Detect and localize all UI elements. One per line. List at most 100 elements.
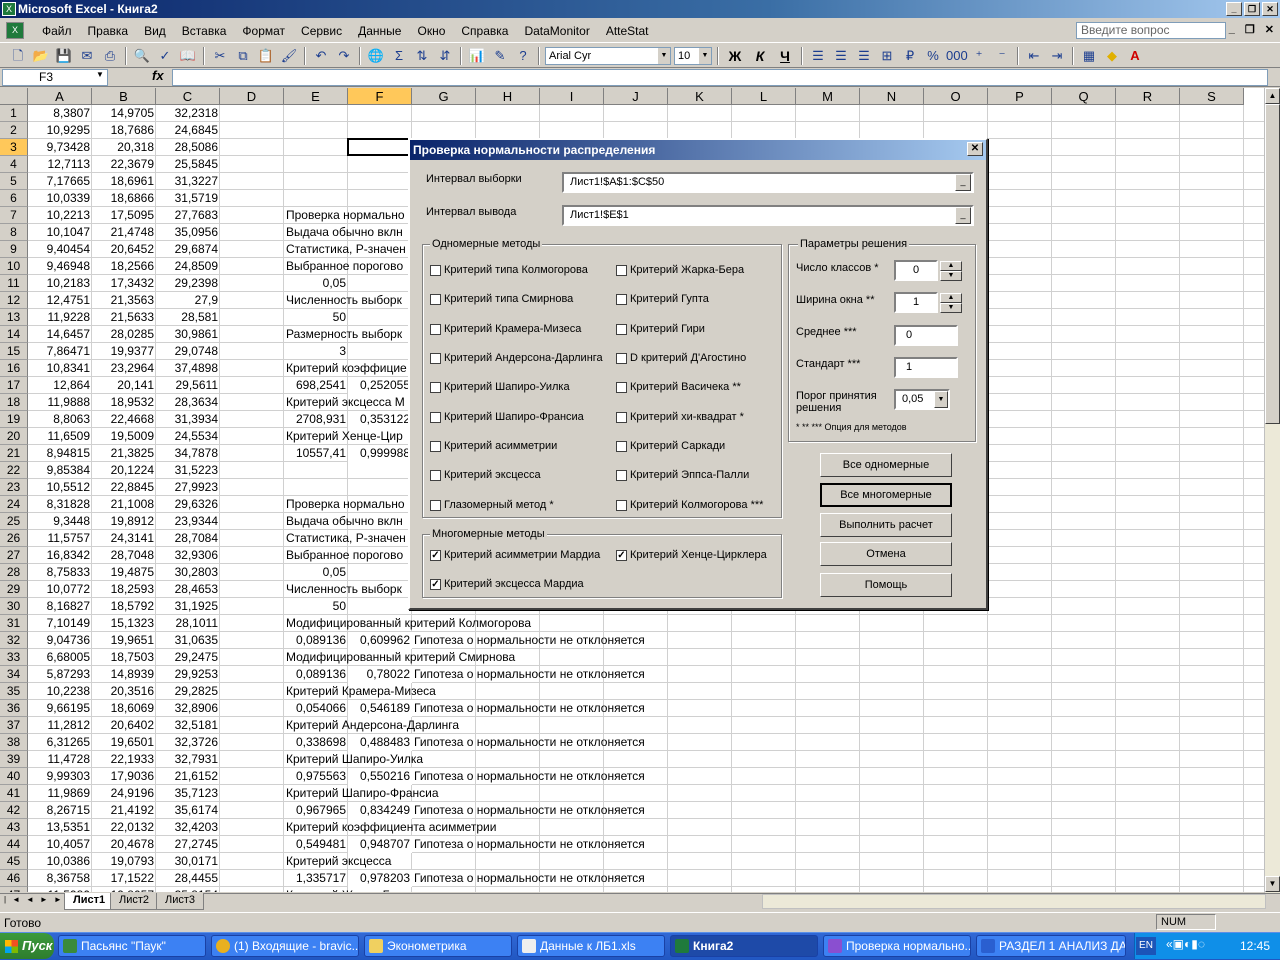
cancel-button[interactable]: Отмена	[820, 542, 952, 566]
task-normality[interactable]: Проверка нормально...	[823, 935, 971, 957]
menu-item-2[interactable]: Вид	[136, 24, 174, 38]
spin-down-icon[interactable]: ▼	[940, 303, 962, 313]
table-cell[interactable]: 28,7084	[156, 530, 220, 547]
table-cell[interactable]: Гипотеза о нормальности не отклоняется	[412, 734, 647, 751]
row-header[interactable]: 5	[0, 173, 28, 190]
table-cell[interactable]: 0,550216	[348, 768, 412, 785]
spin-down-icon[interactable]: ▼	[940, 271, 962, 281]
column-header[interactable]: A	[28, 88, 92, 105]
table-cell[interactable]: 29,6326	[156, 496, 220, 513]
table-cell[interactable]: Критерий эксцесса М	[284, 394, 407, 411]
table-cell[interactable]: 0,252055	[348, 377, 412, 394]
table-cell[interactable]: 10557,41	[284, 445, 348, 462]
undo-icon[interactable]: ↶	[311, 47, 331, 65]
column-header[interactable]: M	[796, 88, 860, 105]
table-cell[interactable]: Размерность выборк	[284, 326, 404, 343]
table-cell[interactable]: 9,66195	[28, 700, 92, 717]
paste-icon[interactable]: 📋	[256, 47, 276, 65]
menu-item-0[interactable]: Файл	[34, 24, 80, 38]
table-cell[interactable]: Гипотеза о нормальности не отклоняется	[412, 666, 647, 683]
table-cell[interactable]: 23,9344	[156, 513, 220, 530]
table-cell[interactable]: 10,2238	[28, 683, 92, 700]
language-indicator[interactable]: EN	[1136, 937, 1156, 955]
column-header[interactable]: D	[220, 88, 284, 105]
menu-item-5[interactable]: Сервис	[293, 24, 350, 38]
table-cell[interactable]: Численность выборк	[284, 292, 404, 309]
table-cell[interactable]: 28,0285	[92, 326, 156, 343]
table-cell[interactable]: 29,2475	[156, 649, 220, 666]
table-cell[interactable]: 35,6174	[156, 802, 220, 819]
table-cell[interactable]: 28,3634	[156, 394, 220, 411]
row-header[interactable]: 40	[0, 768, 28, 785]
row-header[interactable]: 35	[0, 683, 28, 700]
table-cell[interactable]: 31,1925	[156, 598, 220, 615]
row-header[interactable]: 9	[0, 241, 28, 258]
row-header[interactable]: 1	[0, 105, 28, 122]
table-cell[interactable]: 19,4875	[92, 564, 156, 581]
row-header[interactable]: 4	[0, 156, 28, 173]
table-cell[interactable]: 27,9	[156, 292, 220, 309]
table-cell[interactable]: Гипотеза о нормальности не отклоняется	[412, 836, 647, 853]
row-header[interactable]: 23	[0, 479, 28, 496]
table-cell[interactable]: 19,8057	[92, 887, 156, 892]
task-econometrics[interactable]: Эконометрика	[364, 935, 512, 957]
table-cell[interactable]: 14,8939	[92, 666, 156, 683]
column-header[interactable]: E	[284, 88, 348, 105]
table-cell[interactable]: 11,9228	[28, 309, 92, 326]
checkbox-uni-left[interactable]	[430, 412, 441, 423]
table-cell[interactable]: 0,999988	[348, 445, 412, 462]
table-cell[interactable]: 11,6509	[28, 428, 92, 445]
checkbox-uni-left[interactable]	[430, 470, 441, 481]
table-cell[interactable]: Численность выборк	[284, 581, 404, 598]
task-inbox[interactable]: (1) Входящие - bravic...	[211, 935, 359, 957]
table-cell[interactable]: 25,5845	[156, 156, 220, 173]
table-cell[interactable]: 18,5792	[92, 598, 156, 615]
checkbox-mardia-skew[interactable]: ✓	[430, 550, 441, 561]
row-header[interactable]: 10	[0, 258, 28, 275]
column-header[interactable]: F	[348, 88, 412, 105]
table-cell[interactable]: 18,7686	[92, 122, 156, 139]
permission-icon[interactable]: ✉	[77, 47, 97, 65]
table-cell[interactable]: Критерий эксцесса	[284, 853, 393, 870]
menu-item-1[interactable]: Правка	[80, 24, 137, 38]
table-cell[interactable]: 19,5009	[92, 428, 156, 445]
table-cell[interactable]: 32,9306	[156, 547, 220, 564]
table-cell[interactable]: 28,1011	[156, 615, 220, 632]
table-cell[interactable]: 8,3807	[28, 105, 92, 122]
checkbox-uni-right[interactable]	[616, 500, 627, 511]
checkbox-uni-right[interactable]	[616, 353, 627, 364]
scroll-thumb[interactable]	[1265, 104, 1280, 424]
table-cell[interactable]: 11,5757	[28, 530, 92, 547]
menu-item-7[interactable]: Окно	[409, 24, 453, 38]
checkbox-uni-left[interactable]	[430, 294, 441, 305]
table-cell[interactable]: 24,3141	[92, 530, 156, 547]
table-cell[interactable]: 32,8906	[156, 700, 220, 717]
scroll-down-icon[interactable]: ▼	[1265, 876, 1280, 892]
underline-button[interactable]: Ч	[774, 47, 796, 65]
increase-decimal-icon[interactable]: ⁺	[969, 47, 989, 65]
table-cell[interactable]: 20,6402	[92, 717, 156, 734]
column-header[interactable]: O	[924, 88, 988, 105]
row-header[interactable]: 37	[0, 717, 28, 734]
copy-icon[interactable]: ⧉	[233, 47, 253, 65]
table-cell[interactable]: 19,9377	[92, 343, 156, 360]
font-color-icon[interactable]: A	[1125, 47, 1145, 65]
table-cell[interactable]: 14,9705	[92, 105, 156, 122]
table-cell[interactable]: 24,5534	[156, 428, 220, 445]
table-cell[interactable]: 20,4678	[92, 836, 156, 853]
checkbox-mardia-kurt[interactable]: ✓	[430, 579, 441, 590]
row-header[interactable]: 30	[0, 598, 28, 615]
row-header[interactable]: 22	[0, 462, 28, 479]
table-cell[interactable]: Выбранное пороговo	[284, 258, 405, 275]
help-icon[interactable]: ?	[513, 47, 533, 65]
row-header[interactable]: 14	[0, 326, 28, 343]
redo-icon[interactable]: ↷	[334, 47, 354, 65]
table-cell[interactable]: 29,6874	[156, 241, 220, 258]
table-cell[interactable]: 0,546189	[348, 700, 412, 717]
decrease-indent-icon[interactable]: ⇤	[1024, 47, 1044, 65]
table-cell[interactable]: 37,4898	[156, 360, 220, 377]
checkbox-uni-left[interactable]	[430, 353, 441, 364]
table-cell[interactable]: 29,5611	[156, 377, 220, 394]
row-header[interactable]: 16	[0, 360, 28, 377]
row-header[interactable]: 17	[0, 377, 28, 394]
